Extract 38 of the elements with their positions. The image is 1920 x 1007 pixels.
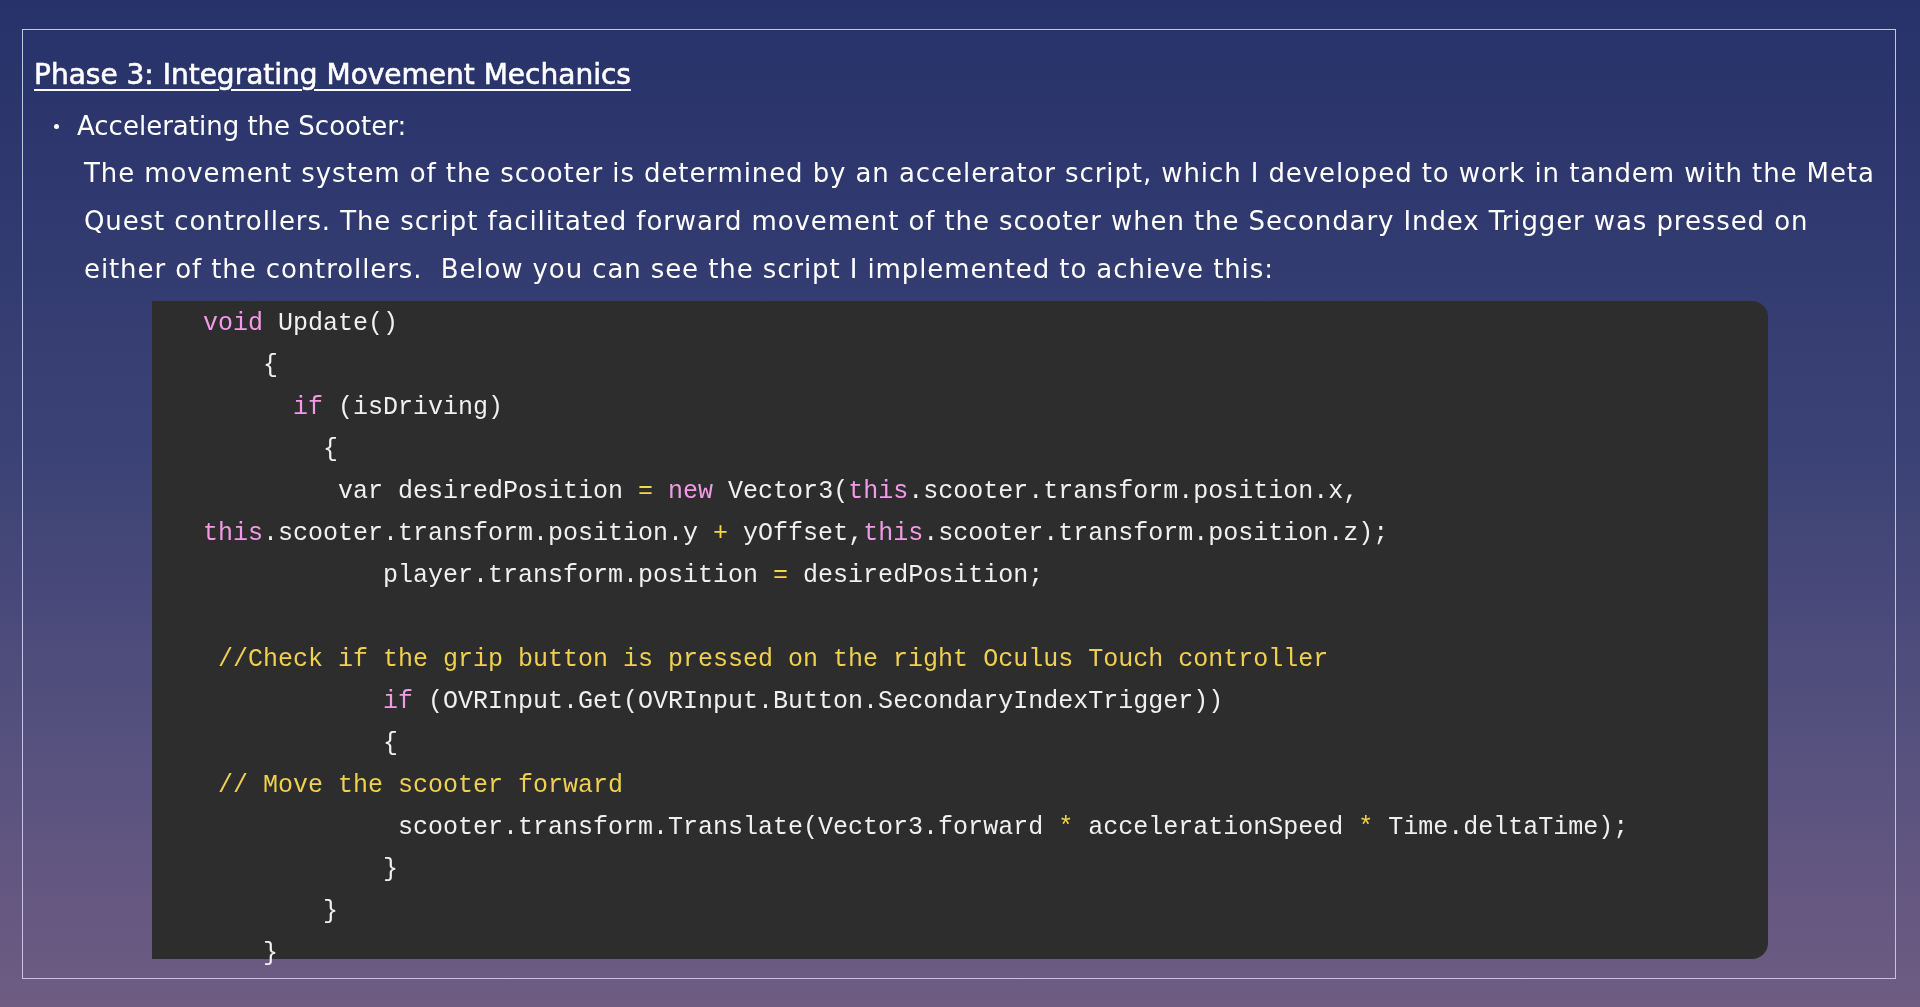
code-token: Vector3( xyxy=(727,477,849,506)
code-token: .scooter.transform.position.z); xyxy=(923,519,1389,548)
code-token: Update() xyxy=(277,309,399,338)
code-token: } xyxy=(262,939,278,968)
code-token: { xyxy=(262,351,278,380)
code-token: player.transform.position xyxy=(382,561,760,590)
code-token: accelerationSpeed xyxy=(1087,813,1345,842)
code-token: Time.deltaTime); xyxy=(1387,813,1629,842)
code-token: .scooter.transform.position.x, xyxy=(908,477,1359,506)
bullet-icon xyxy=(54,123,59,129)
code-token: if xyxy=(382,687,414,716)
code-token: // Move the scooter forward xyxy=(217,771,624,800)
item-title: Accelerating the Scooter: xyxy=(77,111,407,141)
code-token: yOffset, xyxy=(742,519,864,548)
code-token: //Check if the grip button is pressed on the right Oculus Touch controller xyxy=(217,645,1329,674)
code-token: { xyxy=(322,435,339,464)
code-token: var desiredPosition xyxy=(337,477,625,506)
code-token: this xyxy=(848,477,909,506)
code-token: = xyxy=(638,477,654,506)
code-token: desiredPosition; xyxy=(802,561,1044,590)
code-token: (isDriving) xyxy=(337,393,504,422)
code-token: this xyxy=(203,519,263,548)
code-token: new xyxy=(667,477,714,506)
code-token: } xyxy=(322,897,339,926)
code-token: * xyxy=(1058,813,1074,842)
section-heading: Phase 3: Integrating Movement Mechanics xyxy=(34,57,632,93)
code-token: .scooter.transform.position.y xyxy=(263,519,700,548)
code-token: * xyxy=(1358,813,1374,842)
code-token: = xyxy=(773,561,789,590)
code-token: this xyxy=(863,519,924,548)
paragraph: The movement system of the scooter is determined by an accelerator script, which I developed to work in tandem with the Meta Quest controllers. The script facilitated forward movement of the scooter when the Secondary Index Trigger was pressed on either of the controllers. Below you can see the script I implemented to achieve this: xyxy=(84,157,1876,286)
code-token: + xyxy=(713,519,729,548)
code-token: scooter.transform.Translate(Vector3.forward xyxy=(397,813,1045,842)
code-token: } xyxy=(382,855,399,884)
code-token: (OVRInput.Get(OVRInput.Button.SecondaryIndexTrigger)) xyxy=(427,687,1224,716)
code-token: void xyxy=(203,309,263,338)
code-token: if xyxy=(292,393,324,422)
code-token: { xyxy=(382,729,399,758)
